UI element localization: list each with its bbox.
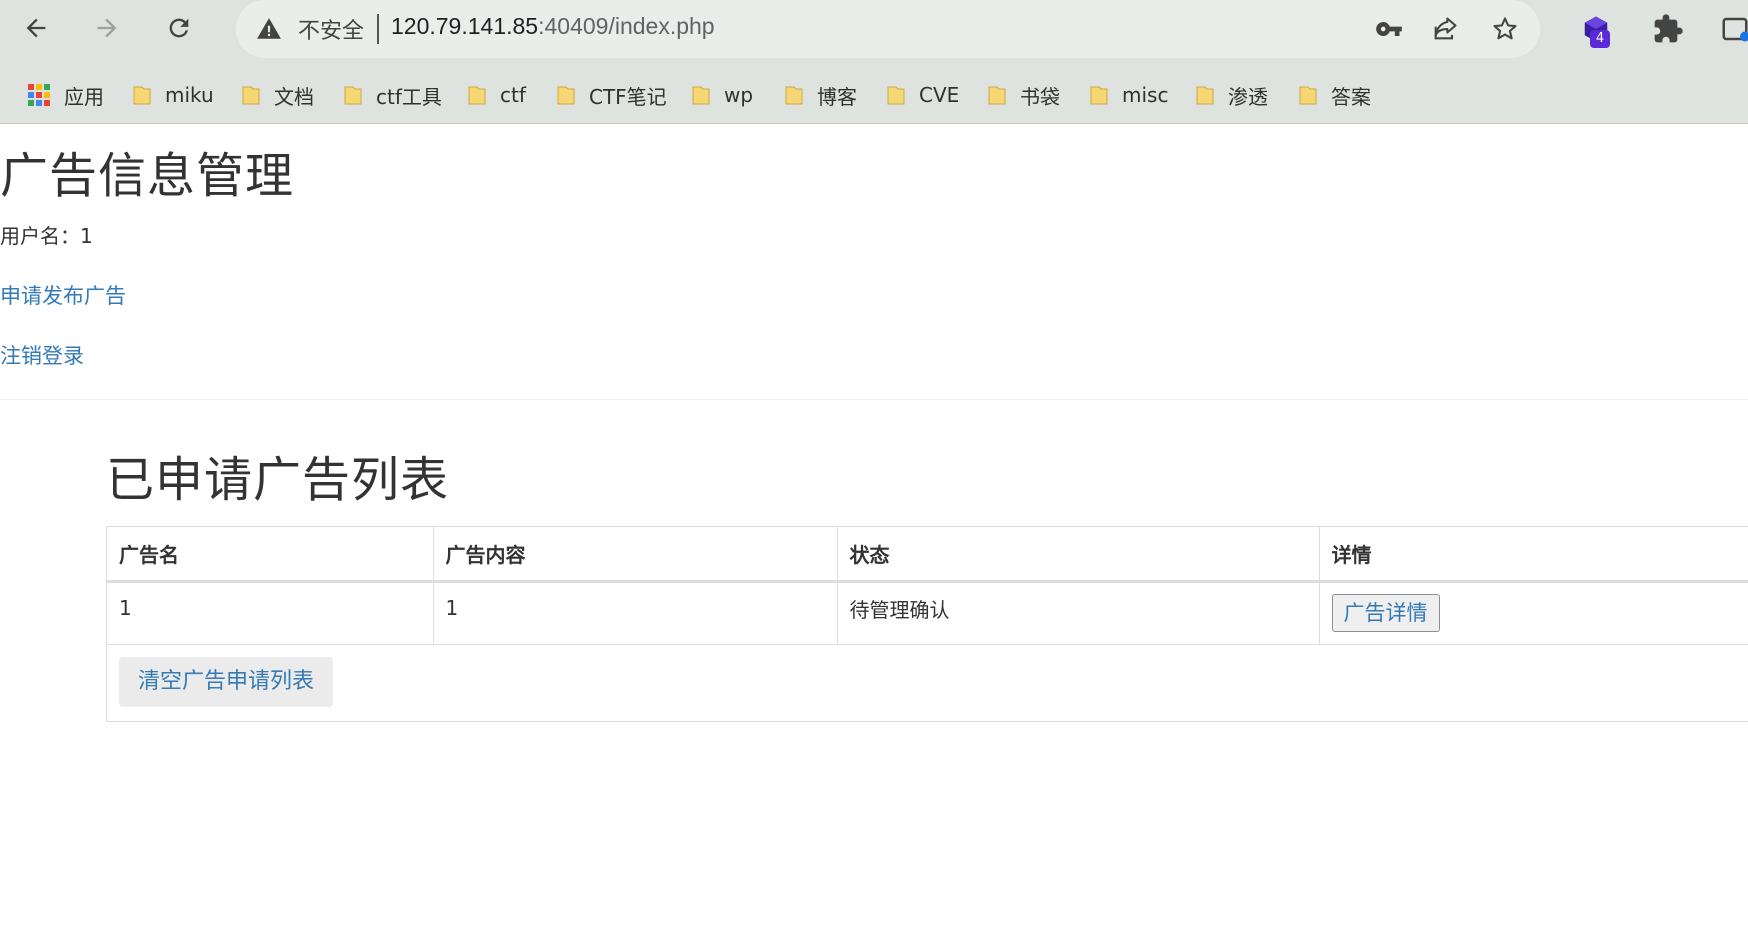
bookmarks-bar: 应用 miku 文档 ctf工具 ctf CTF笔记 wp 博客 CVE 书袋 … (0, 76, 1748, 114)
ad-detail-button[interactable]: 广告详情 (1331, 594, 1440, 632)
bookmark-label: 应用 (64, 84, 104, 109)
divider (0, 399, 1748, 400)
folder-icon (1196, 86, 1214, 105)
folder-icon (887, 86, 905, 105)
column-header-status: 状态 (837, 527, 1320, 583)
bookmark-label: 博客 (817, 84, 857, 109)
bookmark-folder[interactable]: 答案 (1299, 76, 1371, 114)
ad-content-cell: 1 (433, 581, 838, 645)
url-text[interactable]: 120.79.141.85:40409/index.php (391, 13, 715, 40)
bookmark-label: 渗透 (1228, 84, 1268, 109)
bookmark-folder[interactable]: misc (1090, 76, 1168, 114)
ad-list-table: 广告名 广告内容 状态 详情 1 1 待管理确认 广告详情 清空广告申请列表 (106, 526, 1748, 722)
security-label[interactable]: 不安全 (298, 13, 364, 45)
folder-icon (1299, 86, 1317, 105)
back-button[interactable] (16, 8, 56, 48)
share-icon[interactable] (1429, 13, 1461, 45)
clear-list-button[interactable]: 清空广告申请列表 (119, 656, 334, 707)
folder-icon (344, 86, 362, 105)
bookmark-folder[interactable]: wp (692, 76, 753, 114)
bookmark-label: CTF笔记 (589, 84, 667, 109)
apply-ad-link[interactable]: 申请发布广告 (0, 280, 126, 310)
column-header-detail: 详情 (1319, 527, 1748, 583)
bookmark-label: wp (724, 83, 754, 107)
bookmark-folder[interactable]: 渗透 (1196, 76, 1268, 114)
bookmark-label: 答案 (1331, 84, 1371, 109)
folder-icon (785, 86, 803, 105)
back-arrow-icon (26, 18, 46, 38)
side-panel-icon[interactable] (1716, 10, 1748, 48)
table-header-row: 广告名 广告内容 状态 详情 (107, 527, 1748, 583)
page-content: 广告信息管理 用户名：1 申请发布广告 注销登录 已申请广告列表 广告名 广告内… (0, 124, 1748, 941)
bookmark-folder[interactable]: 博客 (785, 76, 857, 114)
logout-link[interactable]: 注销登录 (0, 340, 84, 370)
url-host: 120.79.141.85 (391, 13, 539, 39)
bookmark-star-icon[interactable] (1489, 13, 1521, 45)
bookmark-folder[interactable]: CTF笔记 (557, 76, 667, 114)
ad-status-cell: 待管理确认 (837, 581, 1320, 645)
bookmark-label: misc (1122, 83, 1169, 107)
page-title: 广告信息管理 (0, 148, 295, 204)
warning-icon[interactable] (256, 16, 282, 42)
bookmark-folder[interactable]: CVE (887, 76, 959, 114)
column-header-content: 广告内容 (433, 527, 838, 583)
url-path: :40409/index.php (538, 13, 715, 39)
reload-icon (169, 18, 189, 38)
apps-grid-icon (28, 84, 50, 106)
bookmark-folder[interactable]: ctf工具 (344, 76, 442, 114)
bookmark-apps[interactable]: 应用 (28, 76, 104, 114)
bookmark-folder[interactable]: ctf (468, 76, 526, 114)
bookmark-label: ctf工具 (376, 84, 442, 109)
bookmark-label: 文档 (274, 84, 314, 109)
bookmark-folder[interactable]: miku (133, 76, 214, 114)
bookmark-label: CVE (919, 83, 960, 107)
folder-icon (468, 86, 486, 105)
forward-arrow-icon (97, 18, 117, 38)
table-footer: 清空广告申请列表 (107, 645, 1748, 721)
bookmark-label: ctf (500, 83, 526, 107)
browser-chrome: 不安全 120.79.141.85:40409/index.php 4 应用 m… (0, 0, 1748, 124)
folder-icon (988, 86, 1006, 105)
password-key-icon[interactable] (1373, 13, 1405, 45)
bookmark-folder[interactable]: 书袋 (988, 76, 1060, 114)
address-divider (377, 14, 379, 44)
bookmark-label: miku (165, 83, 214, 107)
folder-icon (1090, 86, 1108, 105)
username-line: 用户名：1 (0, 224, 93, 248)
reload-button[interactable] (159, 8, 199, 48)
bookmark-folder[interactable]: 文档 (242, 76, 314, 114)
table-row: 1 1 待管理确认 广告详情 (107, 581, 1748, 645)
folder-icon (133, 86, 151, 105)
bookmark-label: 书袋 (1020, 84, 1060, 109)
folder-icon (557, 86, 575, 105)
ad-name-cell: 1 (107, 581, 434, 645)
folder-icon (692, 86, 710, 105)
address-bar[interactable]: 不安全 120.79.141.85:40409/index.php (236, 0, 1540, 58)
ad-list-title: 已申请广告列表 (106, 452, 450, 508)
ad-detail-cell: 广告详情 (1319, 581, 1748, 645)
extensions-puzzle-icon[interactable] (1649, 10, 1687, 48)
extension-badge: 4 (1590, 30, 1610, 48)
forward-button[interactable] (87, 8, 127, 48)
folder-icon (242, 86, 260, 105)
column-header-name: 广告名 (107, 527, 434, 583)
